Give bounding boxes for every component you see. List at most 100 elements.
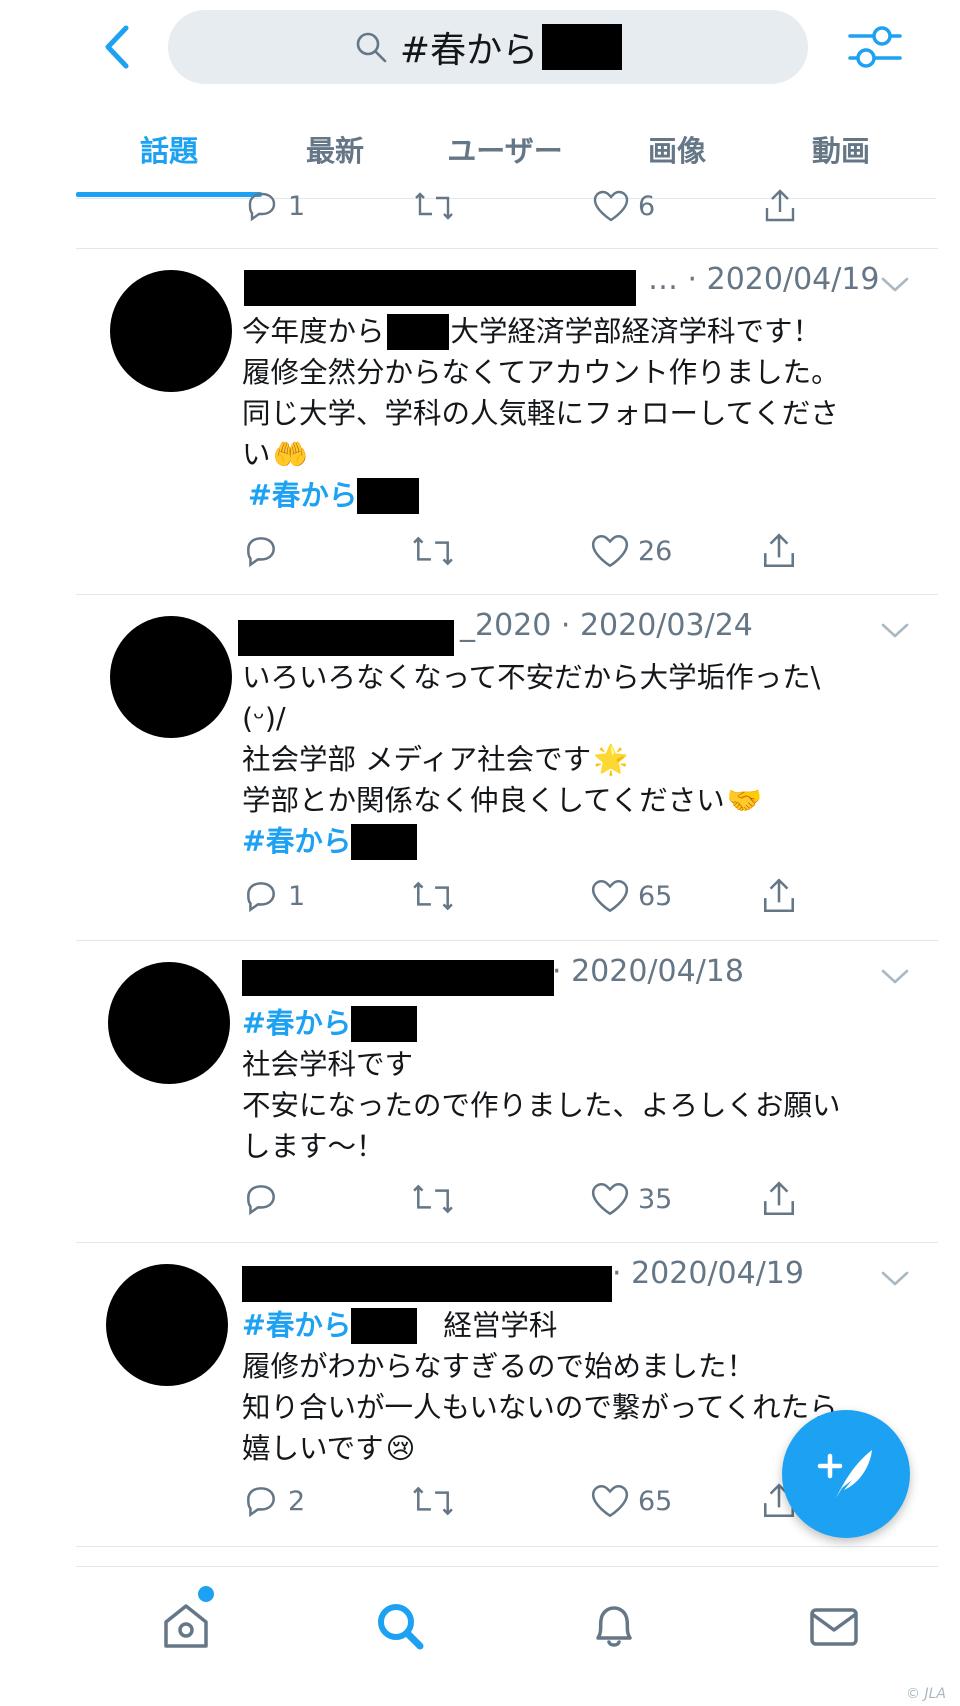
reply-icon — [247, 537, 275, 568]
reply-icon — [248, 192, 276, 222]
tab-images[interactable]: 画像 — [604, 128, 750, 168]
reply-button[interactable]: 1 — [242, 877, 305, 915]
redacted-block — [351, 823, 418, 860]
envelope-icon — [810, 1608, 858, 1646]
tab-trending[interactable]: 話題 — [96, 128, 242, 168]
tab-videos[interactable]: 動画 — [768, 128, 914, 168]
active-tab-indicator — [76, 192, 262, 197]
like-button[interactable]: 26 — [590, 532, 672, 570]
avatar[interactable] — [110, 616, 232, 738]
reply-button[interactable] — [242, 532, 288, 570]
tweet-line-text: 社会学科です — [242, 1048, 414, 1081]
bottom-nav-border — [76, 1566, 938, 1567]
tweet-text: 今年度から 大学経済学部経済学科です！ 履修全然分からなくてアカウント作りました。同… — [242, 311, 922, 516]
reply-button[interactable] — [242, 1180, 288, 1218]
like-button[interactable]: 65 — [590, 877, 672, 915]
share-button[interactable] — [760, 532, 798, 570]
tweet-line-text: (ᵕ)/ — [242, 702, 286, 735]
tab-users[interactable]: ユーザー — [420, 128, 590, 168]
tweet-line-text: 履修全然分からなくてアカウント作りました。 — [242, 356, 840, 389]
redacted-username — [238, 620, 454, 656]
back-button[interactable] — [98, 22, 138, 72]
retweet-button[interactable] — [412, 1482, 454, 1520]
tweet-line: します〜！ — [242, 1126, 922, 1167]
tweet-divider — [76, 1242, 938, 1243]
tweet-line-text: いろいろなくなって不安だから大学垢作った\ — [242, 661, 821, 694]
redacted-username — [244, 270, 636, 306]
home-new-dot — [196, 1584, 216, 1604]
tweet-line-text: 経営学科 — [443, 1309, 558, 1342]
tweet-line: 履修がわからなすぎるので始めました！ — [242, 1346, 922, 1387]
tweet-line: 社会学部 メディア社会です 🌟 — [242, 739, 922, 780]
nav-messages[interactable] — [804, 1596, 864, 1656]
avatar[interactable] — [110, 270, 232, 392]
share-button[interactable] — [762, 188, 798, 224]
tweet-menu-button[interactable] — [880, 1270, 910, 1288]
chevron-down-icon — [881, 1271, 909, 1286]
tab-latest[interactable]: 最新 — [262, 128, 408, 168]
hashtag-link[interactable]: #春から — [242, 1003, 351, 1044]
redacted-username — [242, 1266, 612, 1302]
tweet-menu-button[interactable] — [880, 622, 910, 640]
avatar[interactable] — [106, 1264, 228, 1386]
search-query: #春から — [399, 21, 623, 73]
tweet-line: 不安になったので作りました、よろしくお願い — [242, 1085, 922, 1126]
nav-home[interactable] — [156, 1596, 216, 1656]
like-count: 65 — [638, 1485, 673, 1517]
tweet-line: 今年度から 大学経済学部経済学科です！ — [242, 311, 922, 352]
tweet-line: #春から — [242, 1003, 922, 1044]
chevron-down-icon — [881, 969, 909, 984]
reply-button[interactable]: 1 — [244, 188, 305, 224]
redacted-block — [357, 477, 420, 514]
tweet-line: いろいろなくなって不安だから大学垢作った\ — [242, 657, 922, 698]
chevron-left-icon — [105, 25, 129, 69]
search-query-text: #春から — [399, 30, 539, 71]
tweet-line: #春から 経営学科 — [242, 1305, 922, 1346]
tweet-divider — [76, 248, 938, 249]
tweet-divider — [76, 940, 938, 941]
tweet-line: #春から — [242, 475, 922, 516]
tweet-line-text: 嬉しいです — [242, 1432, 384, 1465]
retweet-icon — [413, 881, 453, 911]
nav-search[interactable] — [370, 1596, 430, 1656]
chevron-down-icon — [881, 277, 909, 292]
reply-count: 1 — [288, 190, 306, 222]
like-button[interactable]: 6 — [592, 188, 655, 224]
tweet-divider — [76, 594, 938, 595]
like-count: 26 — [638, 535, 673, 567]
hashtag-link[interactable]: #春から — [248, 475, 357, 516]
emoji: 🤝 — [726, 784, 763, 817]
compose-tweet-button[interactable] — [782, 1410, 910, 1538]
hashtag-link[interactable]: #春から — [242, 821, 351, 862]
redacted-block — [351, 1307, 418, 1344]
nav-notifications[interactable] — [584, 1596, 644, 1656]
redacted-block — [386, 313, 449, 350]
avatar[interactable] — [108, 962, 230, 1084]
retweet-button[interactable] — [412, 1180, 454, 1218]
tweet-line-text: 同じ大学、学科の人気軽にフォローしてくださ — [242, 397, 839, 430]
share-icon — [764, 1181, 794, 1216]
retweet-button[interactable] — [412, 877, 454, 915]
like-count: 35 — [638, 1183, 673, 1215]
sliders-icon — [848, 26, 902, 68]
retweet-button[interactable] — [414, 188, 454, 224]
share-button[interactable] — [760, 877, 798, 915]
heart-icon — [591, 1484, 629, 1518]
share-button[interactable] — [760, 1180, 798, 1218]
retweet-button[interactable] — [412, 532, 454, 570]
search-settings-button[interactable] — [848, 22, 902, 72]
reply-icon — [247, 1185, 275, 1216]
tweet-menu-button[interactable] — [880, 968, 910, 986]
hashtag-link[interactable]: #春から — [242, 1305, 351, 1346]
tweet-line-text: 不安になったので作りました、よろしくお願い — [242, 1089, 841, 1122]
like-button[interactable]: 35 — [590, 1180, 672, 1218]
like-button[interactable]: 65 — [590, 1482, 672, 1520]
tweet-line-text: 学部とか関係なく仲良くしてください — [242, 784, 725, 817]
search-field[interactable]: #春から — [168, 10, 808, 84]
tweet-text: #春から社会学科です不安になったので作りました、よろしくお願いします〜！ — [242, 1003, 922, 1167]
search-icon — [356, 32, 387, 63]
tweet-menu-button[interactable] — [880, 276, 910, 294]
tweet-line: 履修全然分からなくてアカウント作りました。 — [242, 352, 922, 393]
tweet-line-text: 今年度から — [242, 315, 385, 348]
reply-button[interactable]: 2 — [242, 1482, 305, 1520]
